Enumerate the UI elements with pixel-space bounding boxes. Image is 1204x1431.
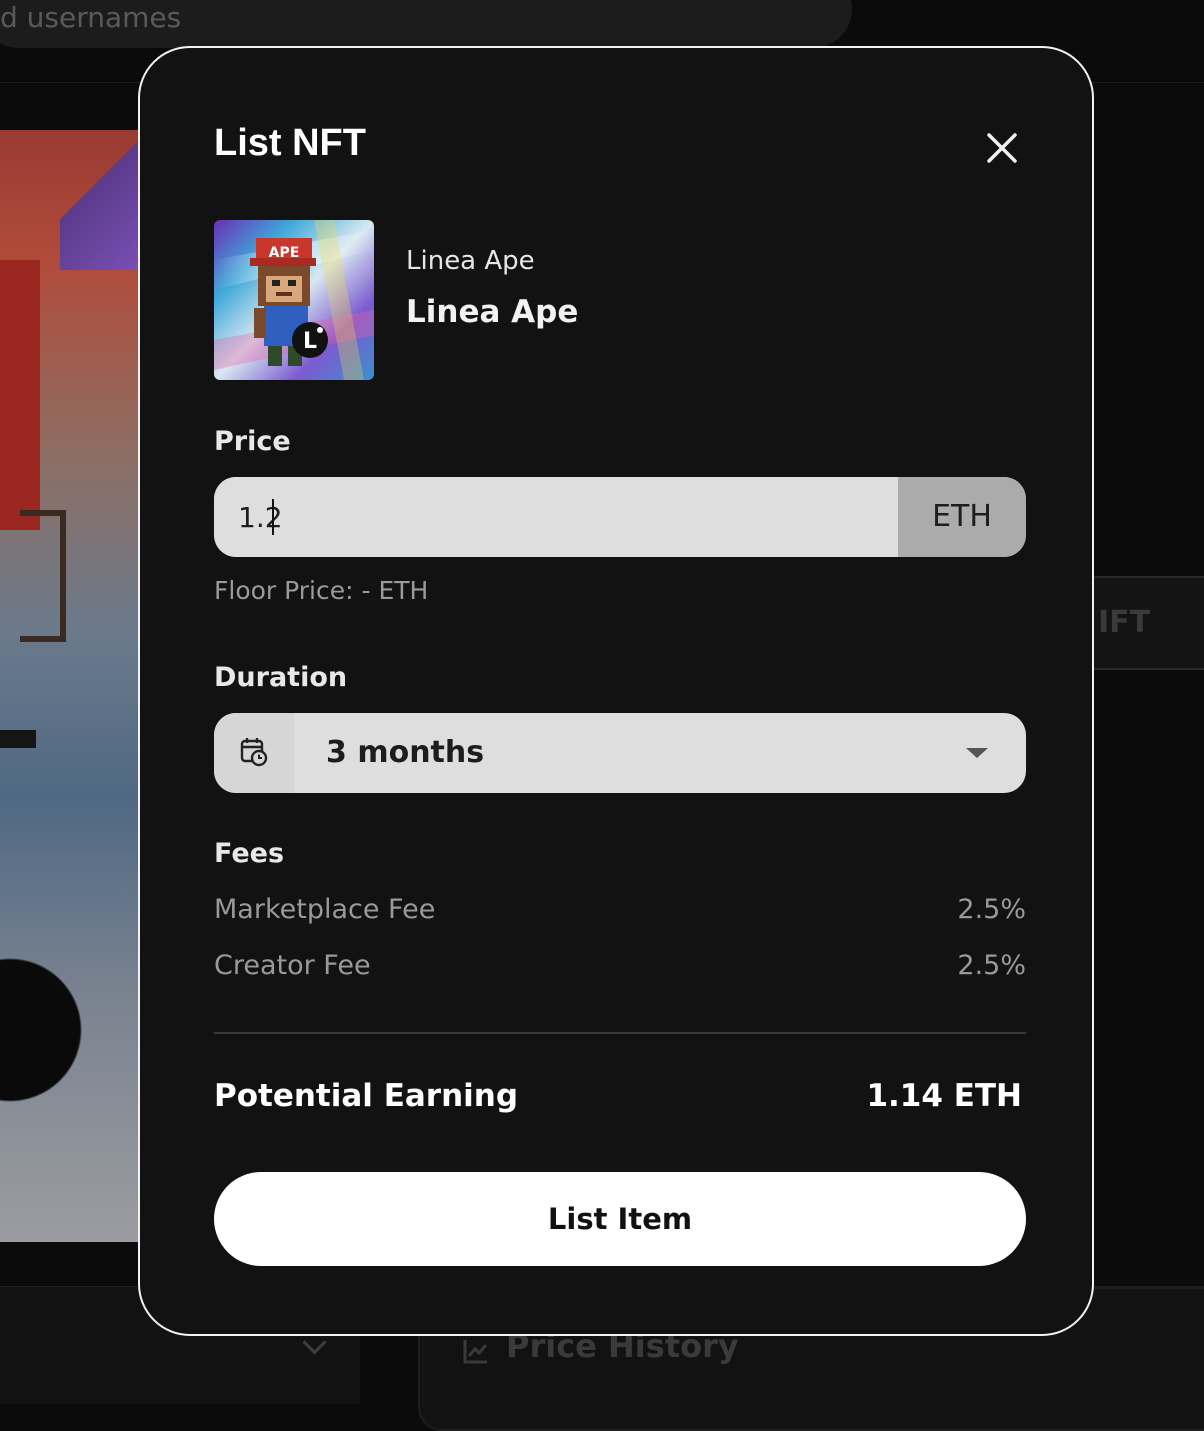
nft-collection-name: Linea Ape (406, 246, 535, 276)
price-label: Price (214, 426, 291, 457)
text-caret (272, 499, 274, 535)
calendar-clock-icon (240, 738, 268, 767)
modal-title: List NFT (214, 122, 366, 164)
nft-thumbnail: APE L (214, 220, 374, 380)
fee-row: Marketplace Fee 2.5% (214, 894, 1026, 925)
close-button[interactable] (978, 124, 1026, 172)
list-item-button[interactable]: List Item (214, 1172, 1026, 1266)
duration-label: Duration (214, 662, 348, 693)
fee-name: Marketplace Fee (214, 894, 436, 925)
chevron-down-icon (966, 748, 988, 758)
thumb-cap-text: APE (269, 245, 300, 261)
fee-value: 2.5% (957, 894, 1026, 925)
background-list-nft-button-label: IFT (1098, 605, 1151, 640)
potential-earning-label: Potential Earning (214, 1078, 519, 1114)
thumb-badge-text: L (303, 329, 317, 354)
currency-label: ETH (898, 477, 1026, 557)
price-input[interactable] (214, 477, 898, 557)
divider (214, 1032, 1026, 1034)
fee-value: 2.5% (957, 950, 1026, 981)
duration-icon-cell (214, 713, 294, 793)
background-nft-artwork (0, 130, 140, 1242)
background-search-bar: d usernames (0, 0, 852, 48)
fees-label: Fees (214, 838, 285, 869)
price-field: ETH (214, 477, 1026, 557)
fee-name: Creator Fee (214, 950, 371, 981)
chart-icon (463, 1340, 488, 1364)
potential-earning-value: 1.14 ETH (866, 1078, 1022, 1114)
background-search-placeholder: d usernames (0, 1, 182, 34)
list-nft-modal: List NFT APE L Linea Ape Linea Ape Price… (138, 46, 1094, 1336)
floor-price-text: Floor Price: - ETH (214, 576, 429, 605)
fee-row: Creator Fee 2.5% (214, 950, 1026, 981)
duration-value: 3 months (326, 735, 485, 770)
duration-select[interactable]: 3 months (214, 713, 1026, 793)
close-icon (987, 133, 1017, 163)
nft-item-name: Linea Ape (406, 294, 579, 330)
